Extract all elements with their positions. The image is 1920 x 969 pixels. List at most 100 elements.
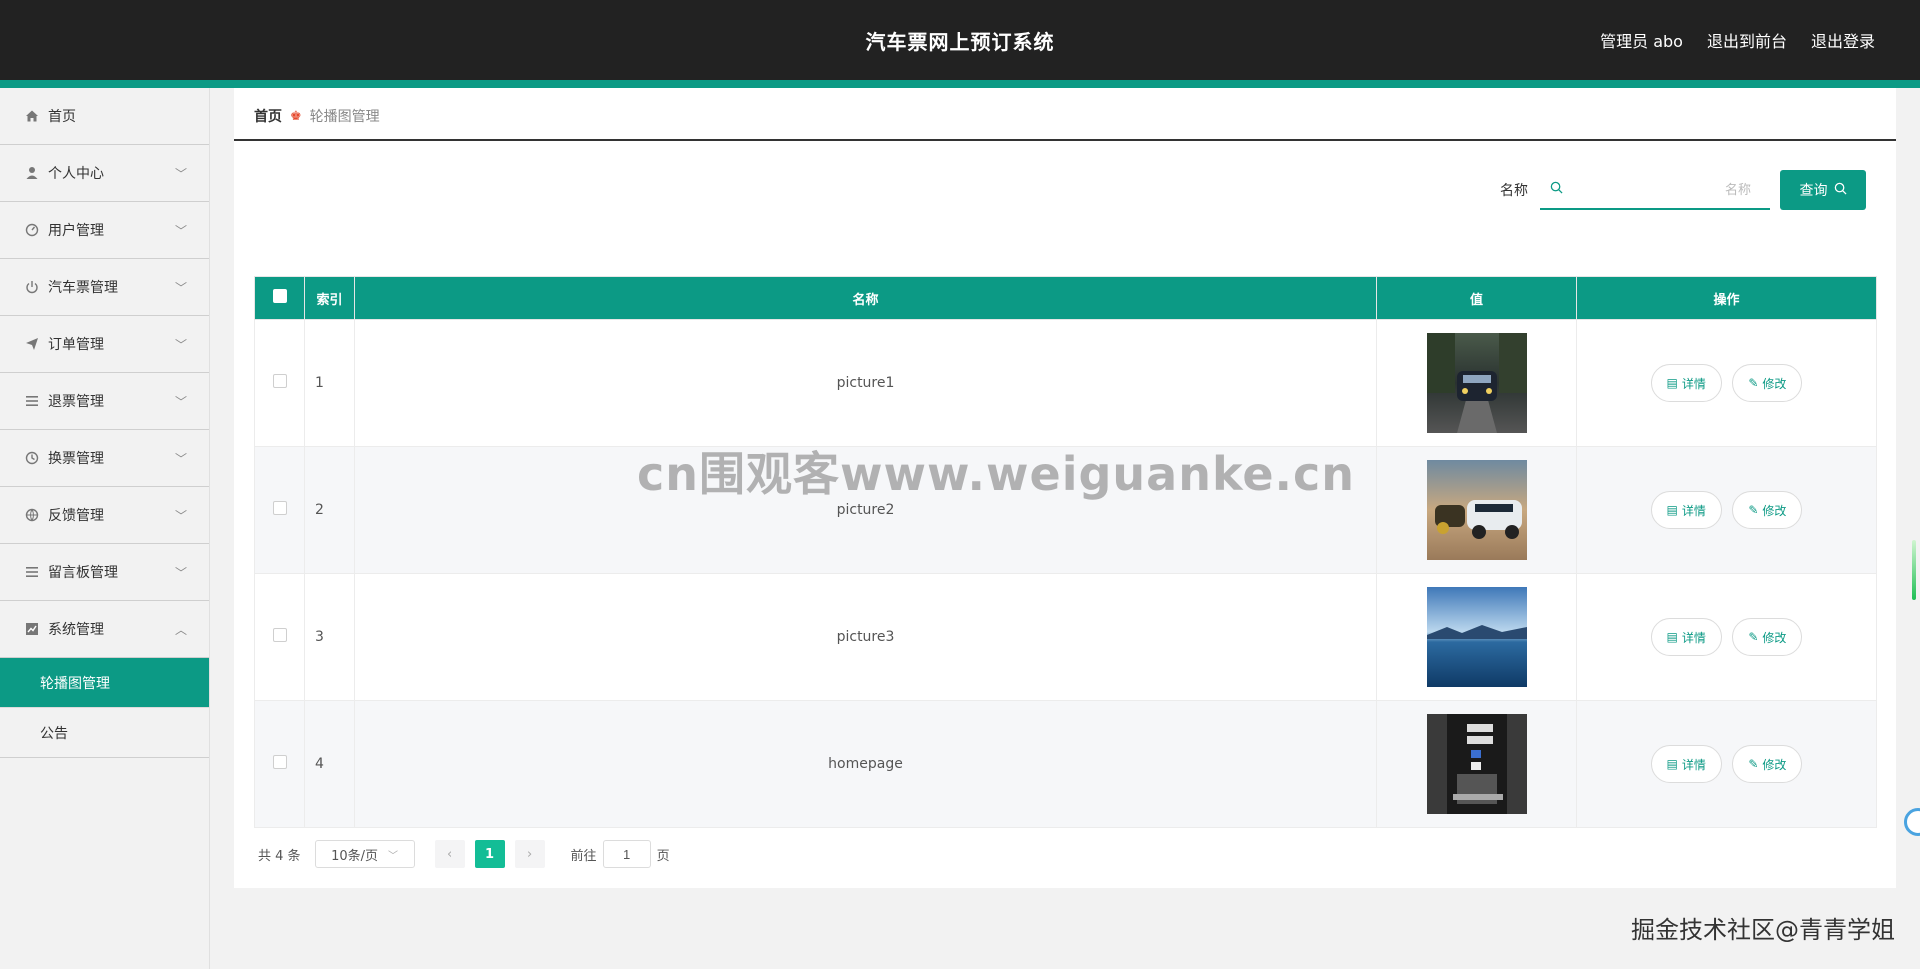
breadcrumb-home[interactable]: 首页 — [254, 106, 282, 126]
row-actions: ▤ 详情 ✎ 修改 — [1576, 573, 1877, 701]
next-page-button[interactable]: › — [514, 840, 545, 868]
back-to-front-link[interactable]: 退出到前台 — [1707, 28, 1787, 52]
sidebar-item-exchanges[interactable]: 换票管理 ﹀ — [0, 430, 209, 487]
detail-button[interactable]: ▤ 详情 — [1650, 491, 1722, 529]
sidebar-item-label: 订单管理 — [48, 337, 104, 353]
send-icon — [24, 336, 40, 352]
row-checkbox[interactable] — [272, 501, 287, 515]
edit-button[interactable]: ✎ 修改 — [1732, 491, 1803, 529]
row-value-cell — [1376, 319, 1577, 447]
row-select-cell — [254, 446, 305, 574]
goto-suffix: 页 — [656, 848, 670, 864]
breadcrumb-separator-icon: ♚ — [290, 108, 302, 124]
row-index: 1 — [304, 319, 355, 447]
sidebar-item-label: 首页 — [48, 109, 76, 125]
row-index: 3 — [304, 573, 355, 701]
sidebar-item-orders[interactable]: 订单管理 ﹀ — [0, 316, 209, 373]
chevron-down-icon: ﹀ — [174, 509, 187, 523]
column-header-index: 索引 — [304, 276, 355, 320]
sidebar-item-label: 反馈管理 — [48, 508, 104, 524]
search-label: 名称 — [1500, 183, 1528, 199]
floating-widget[interactable] — [1904, 808, 1920, 836]
sidebar-item-system[interactable]: 系统管理 ︿ — [0, 601, 209, 658]
edit-button[interactable]: ✎ 修改 — [1732, 618, 1803, 656]
sidebar-subitem-label: 公告 — [40, 725, 68, 742]
chevron-right-icon: › — [526, 846, 533, 862]
globe-icon — [24, 507, 40, 523]
thumb-car-road — [1426, 333, 1527, 433]
sidebar-subitem-carousel[interactable]: 轮播图管理 — [0, 658, 209, 708]
row-name: picture2 — [354, 446, 1377, 574]
chevron-down-icon: ﹀ — [174, 395, 187, 409]
table-row: 2 picture2 ▤ 详情 ✎ 修改 — [254, 446, 1877, 574]
row-value-cell — [1376, 700, 1577, 828]
admin-user-link[interactable]: 管理员 abo — [1600, 28, 1683, 52]
table-row: 4 homepage ▤ 详情 ✎ 修改 — [254, 700, 1877, 828]
row-index: 4 — [304, 700, 355, 828]
sidebar-item-label: 个人中心 — [48, 166, 104, 182]
page-number-button[interactable]: 1 — [474, 840, 505, 868]
chevron-left-icon: ‹ — [446, 846, 453, 862]
row-actions: ▤ 详情 ✎ 修改 — [1576, 319, 1877, 447]
search-box — [1540, 170, 1770, 210]
page-size-select[interactable]: 10条/页 ﹀ — [314, 840, 415, 868]
sidebar-item-users[interactable]: 用户管理 ﹀ — [0, 202, 209, 259]
edit-button[interactable]: ✎ 修改 — [1732, 364, 1803, 402]
detail-button[interactable]: ▤ 详情 — [1650, 364, 1722, 402]
row-value-cell — [1376, 446, 1577, 574]
scrollbar-thumb[interactable] — [1912, 540, 1916, 600]
select-all-checkbox[interactable] — [272, 289, 287, 303]
pagination: 共 4 条 10条/页 ﹀ ‹ 1 › 前往 页 — [258, 840, 670, 868]
breadcrumb: 首页 ♚ 轮播图管理 — [254, 106, 380, 126]
column-header-actions: 操作 — [1576, 276, 1877, 320]
header-accent-bar — [0, 80, 1920, 88]
list-icon — [24, 564, 40, 580]
home-icon — [24, 108, 40, 124]
row-checkbox[interactable] — [272, 755, 287, 769]
doc-icon: ▤ — [1666, 630, 1678, 644]
sidebar-item-messages[interactable]: 留言板管理 ﹀ — [0, 544, 209, 601]
detail-button[interactable]: ▤ 详情 — [1650, 745, 1722, 783]
carousel-table: 索引 名称 值 操作 1 picture1 ▤ 详情 ✎ 修改 2 pictur… — [254, 276, 1877, 828]
sidebar-item-profile[interactable]: 个人中心 ﹀ — [0, 145, 209, 202]
row-checkbox[interactable] — [272, 374, 287, 388]
edit-button-label: 修改 — [1762, 630, 1787, 645]
breadcrumb-divider — [234, 139, 1896, 141]
search-input[interactable] — [1571, 181, 1751, 197]
sidebar-item-refunds[interactable]: 退票管理 ﹀ — [0, 373, 209, 430]
goto-label: 前往 — [570, 848, 597, 864]
row-select-cell — [254, 700, 305, 828]
detail-button-label: 详情 — [1681, 503, 1706, 518]
thumb-lake — [1426, 587, 1527, 687]
sidebar-item-feedback[interactable]: 反馈管理 ﹀ — [0, 487, 209, 544]
pagination-total: 共 4 条 — [258, 848, 301, 864]
chart-icon — [24, 621, 40, 637]
pencil-icon: ✎ — [1748, 503, 1759, 517]
row-select-cell — [254, 573, 305, 701]
top-links: 管理员 abo 退出到前台 退出登录 — [1600, 28, 1875, 52]
footer-watermark: 掘金技术社区@青青学姐 — [1631, 916, 1895, 944]
row-checkbox[interactable] — [272, 628, 287, 642]
search-icon — [1834, 182, 1847, 198]
user-icon — [24, 165, 40, 181]
detail-button[interactable]: ▤ 详情 — [1650, 618, 1722, 656]
logout-link[interactable]: 退出登录 — [1811, 28, 1875, 52]
sidebar-item-tickets[interactable]: 汽车票管理 ﹀ — [0, 259, 209, 316]
goto-page-input[interactable] — [602, 840, 651, 868]
row-actions: ▤ 详情 ✎ 修改 — [1576, 700, 1877, 828]
sidebar-subitem-label: 轮播图管理 — [40, 675, 110, 692]
chevron-down-icon: ﹀ — [388, 850, 399, 862]
edit-button[interactable]: ✎ 修改 — [1732, 745, 1803, 783]
chevron-down-icon: ﹀ — [174, 338, 187, 352]
edit-button-label: 修改 — [1762, 757, 1787, 772]
edit-button-label: 修改 — [1762, 503, 1787, 518]
top-bar: 汽车票网上预订系统 管理员 abo 退出到前台 退出登录 — [0, 0, 1920, 80]
prev-page-button[interactable]: ‹ — [434, 840, 465, 868]
search-button[interactable]: 查询 — [1780, 170, 1866, 210]
edit-button-label: 修改 — [1762, 376, 1787, 391]
sidebar-item-home[interactable]: 首页 — [0, 88, 209, 145]
main-panel: 首页 ♚ 轮播图管理 名称 查询 索引 名称 值 操作 — [234, 88, 1896, 888]
row-index: 2 — [304, 446, 355, 574]
sidebar-subitem-notice[interactable]: 公告 — [0, 708, 209, 758]
pencil-icon: ✎ — [1748, 757, 1759, 771]
